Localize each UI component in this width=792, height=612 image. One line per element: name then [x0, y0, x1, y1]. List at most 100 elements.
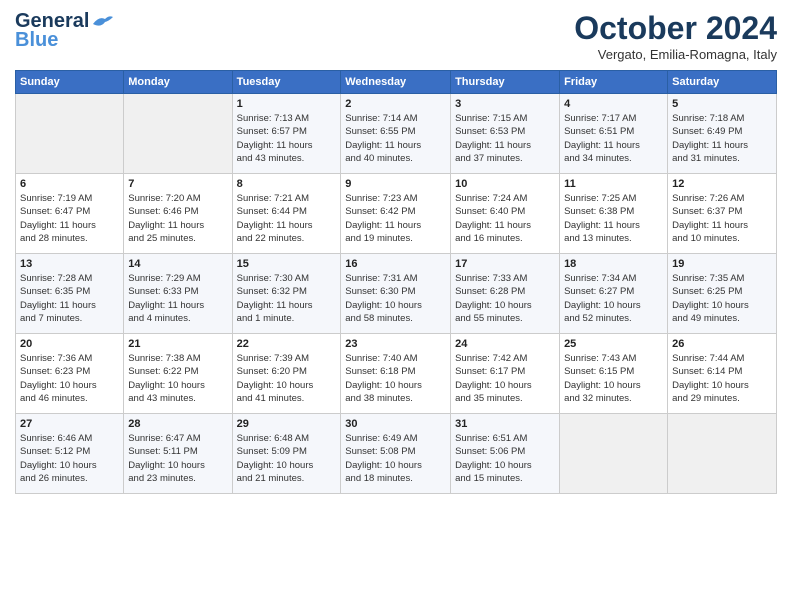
day-number: 12 — [672, 178, 772, 190]
day-number: 10 — [455, 178, 555, 190]
day-number: 4 — [564, 98, 663, 110]
day-number: 17 — [455, 258, 555, 270]
day-number: 27 — [20, 418, 119, 430]
month-title: October 2024 — [574, 10, 777, 47]
day-number: 25 — [564, 338, 663, 350]
col-saturday: Saturday — [668, 71, 777, 94]
day-number: 28 — [128, 418, 227, 430]
day-info: Sunrise: 7:31 AM Sunset: 6:30 PM Dayligh… — [345, 272, 446, 325]
day-number: 2 — [345, 98, 446, 110]
day-cell: 2 Sunrise: 7:14 AM Sunset: 6:55 PM Daylig… — [341, 94, 451, 174]
day-cell: 24 Sunrise: 7:42 AM Sunset: 6:17 PM Dayli… — [451, 334, 560, 414]
day-number: 9 — [345, 178, 446, 190]
day-number: 8 — [237, 178, 337, 190]
week-row-1: 6 Sunrise: 7:19 AM Sunset: 6:47 PM Daylig… — [16, 174, 777, 254]
day-info: Sunrise: 7:33 AM Sunset: 6:28 PM Dayligh… — [455, 272, 555, 325]
location: Vergato, Emilia-Romagna, Italy — [574, 47, 777, 62]
day-cell — [16, 94, 124, 174]
day-cell: 18 Sunrise: 7:34 AM Sunset: 6:27 PM Dayli… — [560, 254, 668, 334]
header-row: Sunday Monday Tuesday Wednesday Thursday… — [16, 71, 777, 94]
logo: General Blue — [15, 10, 113, 52]
day-info: Sunrise: 7:35 AM Sunset: 6:25 PM Dayligh… — [672, 272, 772, 325]
calendar-table: Sunday Monday Tuesday Wednesday Thursday… — [15, 70, 777, 494]
day-info: Sunrise: 7:43 AM Sunset: 6:15 PM Dayligh… — [564, 352, 663, 405]
day-cell: 7 Sunrise: 7:20 AM Sunset: 6:46 PM Daylig… — [124, 174, 232, 254]
col-thursday: Thursday — [451, 71, 560, 94]
calendar-page: General Blue October 2024 Vergato, Emili… — [0, 0, 792, 612]
day-cell: 27 Sunrise: 6:46 AM Sunset: 5:12 PM Dayli… — [16, 414, 124, 494]
day-info: Sunrise: 7:26 AM Sunset: 6:37 PM Dayligh… — [672, 192, 772, 245]
day-info: Sunrise: 6:48 AM Sunset: 5:09 PM Dayligh… — [237, 432, 337, 485]
week-row-2: 13 Sunrise: 7:28 AM Sunset: 6:35 PM Dayli… — [16, 254, 777, 334]
day-cell: 28Sunrise: 6:47 AM Sunset: 5:11 PM Dayli… — [124, 414, 232, 494]
day-number: 24 — [455, 338, 555, 350]
logo-bird-icon — [91, 14, 113, 30]
day-info: Sunrise: 7:21 AM Sunset: 6:44 PM Dayligh… — [237, 192, 337, 245]
day-number: 20 — [20, 338, 119, 350]
day-info: Sunrise: 7:23 AM Sunset: 6:42 PM Dayligh… — [345, 192, 446, 245]
day-info: Sunrise: 7:15 AM Sunset: 6:53 PM Dayligh… — [455, 112, 555, 165]
day-cell: 8 Sunrise: 7:21 AM Sunset: 6:44 PM Daylig… — [232, 174, 341, 254]
day-cell: 13 Sunrise: 7:28 AM Sunset: 6:35 PM Dayli… — [16, 254, 124, 334]
day-cell: 9 Sunrise: 7:23 AM Sunset: 6:42 PM Daylig… — [341, 174, 451, 254]
day-info: Sunrise: 7:34 AM Sunset: 6:27 PM Dayligh… — [564, 272, 663, 325]
day-info: Sunrise: 7:44 AM Sunset: 6:14 PM Dayligh… — [672, 352, 772, 405]
day-cell — [668, 414, 777, 494]
day-number: 15 — [237, 258, 337, 270]
day-info: Sunrise: 7:14 AM Sunset: 6:55 PM Dayligh… — [345, 112, 446, 165]
day-info: Sunrise: 7:39 AM Sunset: 6:20 PM Dayligh… — [237, 352, 337, 405]
day-cell: 4 Sunrise: 7:17 AM Sunset: 6:51 PM Daylig… — [560, 94, 668, 174]
week-row-3: 20 Sunrise: 7:36 AM Sunset: 6:23 PM Dayli… — [16, 334, 777, 414]
week-row-4: 27 Sunrise: 6:46 AM Sunset: 5:12 PM Dayli… — [16, 414, 777, 494]
week-row-0: 1Sunrise: 7:13 AM Sunset: 6:57 PM Daylig… — [16, 94, 777, 174]
day-number: 29 — [237, 418, 337, 430]
day-cell: 5 Sunrise: 7:18 AM Sunset: 6:49 PM Daylig… — [668, 94, 777, 174]
day-number: 7 — [128, 178, 227, 190]
day-cell: 6 Sunrise: 7:19 AM Sunset: 6:47 PM Daylig… — [16, 174, 124, 254]
day-cell: 1Sunrise: 7:13 AM Sunset: 6:57 PM Daylig… — [232, 94, 341, 174]
day-cell: 14Sunrise: 7:29 AM Sunset: 6:33 PM Dayli… — [124, 254, 232, 334]
day-number: 23 — [345, 338, 446, 350]
day-number: 6 — [20, 178, 119, 190]
day-cell: 19Sunrise: 7:35 AM Sunset: 6:25 PM Dayli… — [668, 254, 777, 334]
day-number: 31 — [455, 418, 555, 430]
col-tuesday: Tuesday — [232, 71, 341, 94]
day-info: Sunrise: 7:30 AM Sunset: 6:32 PM Dayligh… — [237, 272, 337, 325]
day-number: 26 — [672, 338, 772, 350]
day-cell: 10 Sunrise: 7:24 AM Sunset: 6:40 PM Dayli… — [451, 174, 560, 254]
day-number: 13 — [20, 258, 119, 270]
col-wednesday: Wednesday — [341, 71, 451, 94]
day-info: Sunrise: 7:17 AM Sunset: 6:51 PM Dayligh… — [564, 112, 663, 165]
day-info: Sunrise: 7:36 AM Sunset: 6:23 PM Dayligh… — [20, 352, 119, 405]
day-cell: 3 Sunrise: 7:15 AM Sunset: 6:53 PM Daylig… — [451, 94, 560, 174]
day-cell: 15 Sunrise: 7:30 AM Sunset: 6:32 PM Dayli… — [232, 254, 341, 334]
day-info: Sunrise: 7:19 AM Sunset: 6:47 PM Dayligh… — [20, 192, 119, 245]
day-info: Sunrise: 7:24 AM Sunset: 6:40 PM Dayligh… — [455, 192, 555, 245]
header: General Blue October 2024 Vergato, Emili… — [15, 10, 777, 62]
day-info: Sunrise: 7:42 AM Sunset: 6:17 PM Dayligh… — [455, 352, 555, 405]
day-number: 21 — [128, 338, 227, 350]
day-info: Sunrise: 7:18 AM Sunset: 6:49 PM Dayligh… — [672, 112, 772, 165]
day-cell: 20 Sunrise: 7:36 AM Sunset: 6:23 PM Dayli… — [16, 334, 124, 414]
day-number: 22 — [237, 338, 337, 350]
day-cell: 22 Sunrise: 7:39 AM Sunset: 6:20 PM Dayli… — [232, 334, 341, 414]
day-info: Sunrise: 7:20 AM Sunset: 6:46 PM Dayligh… — [128, 192, 227, 245]
day-info: Sunrise: 6:49 AM Sunset: 5:08 PM Dayligh… — [345, 432, 446, 485]
day-number: 18 — [564, 258, 663, 270]
day-number: 11 — [564, 178, 663, 190]
day-number: 1 — [237, 98, 337, 110]
day-info: Sunrise: 7:25 AM Sunset: 6:38 PM Dayligh… — [564, 192, 663, 245]
day-number: 5 — [672, 98, 772, 110]
day-info: Sunrise: 7:38 AM Sunset: 6:22 PM Dayligh… — [128, 352, 227, 405]
logo-blue: Blue — [15, 29, 58, 52]
day-cell: 11 Sunrise: 7:25 AM Sunset: 6:38 PM Dayli… — [560, 174, 668, 254]
day-info: Sunrise: 6:46 AM Sunset: 5:12 PM Dayligh… — [20, 432, 119, 485]
day-number: 30 — [345, 418, 446, 430]
col-friday: Friday — [560, 71, 668, 94]
day-cell: 17 Sunrise: 7:33 AM Sunset: 6:28 PM Dayli… — [451, 254, 560, 334]
day-info: Sunrise: 7:28 AM Sunset: 6:35 PM Dayligh… — [20, 272, 119, 325]
day-cell: 26 Sunrise: 7:44 AM Sunset: 6:14 PM Dayli… — [668, 334, 777, 414]
day-cell: 12 Sunrise: 7:26 AM Sunset: 6:37 PM Dayli… — [668, 174, 777, 254]
col-monday: Monday — [124, 71, 232, 94]
day-number: 3 — [455, 98, 555, 110]
